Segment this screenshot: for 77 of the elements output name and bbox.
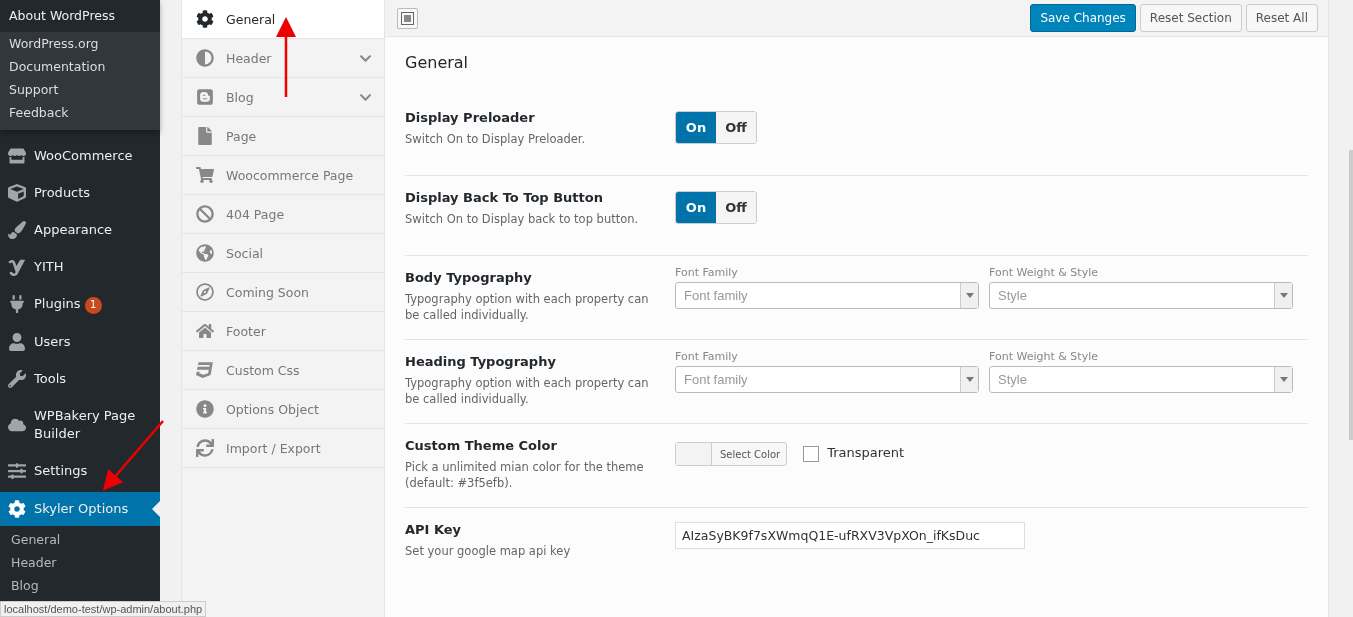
admin-menu-item[interactable]: WPBakery Page Builder <box>0 399 160 450</box>
option-title: Display Back To Top Button <box>405 190 604 205</box>
option-title: Body Typography <box>405 270 533 285</box>
option-title: Heading Typography <box>405 354 557 369</box>
section-icon <box>196 10 214 28</box>
section-icon <box>196 283 214 301</box>
field-label: Font Weight & Style <box>989 350 1099 363</box>
field-label: Font Weight & Style <box>989 266 1099 279</box>
on-off-switch[interactable]: On Off <box>675 111 757 144</box>
dropdown-arrow-icon <box>965 293 974 298</box>
section-title: General <box>405 53 470 72</box>
submenu-item[interactable]: Blog <box>0 573 160 597</box>
menu-icon <box>8 221 26 239</box>
admin-menu-item[interactable]: Users <box>0 325 160 358</box>
menu-icon <box>8 499 26 518</box>
flyout-item[interactable]: Support <box>0 78 160 101</box>
admin-menu-item[interactable]: Appearance <box>0 214 160 246</box>
menu-icon <box>8 147 26 165</box>
flyout-title[interactable]: About WordPress <box>0 0 160 32</box>
menu-icon <box>8 369 26 388</box>
section-icon <box>196 322 214 340</box>
dropdown-arrow-icon <box>965 377 974 382</box>
dropdown-arrow-icon <box>1279 293 1288 298</box>
option-description: Typography option with each property can be called individually. <box>405 375 650 407</box>
section-icon <box>196 49 214 67</box>
section-icon <box>196 205 214 223</box>
section-icon <box>196 166 214 184</box>
submenu-item[interactable]: Header <box>0 550 160 574</box>
section-icon <box>196 127 214 145</box>
api-key-input[interactable]: AIzaSyBK9f7sXWmqQ1E-ufRXV3VpXOn_ifKsDuc <box>675 522 1025 549</box>
url-tooltip: localhost/demo-test/wp-admin/about.php <box>0 601 207 617</box>
submenu-item[interactable]: General <box>0 527 160 551</box>
section-icon <box>196 439 214 457</box>
section-icon <box>196 88 214 106</box>
switch-option[interactable]: Off <box>716 192 756 223</box>
admin-menu-item[interactable]: Tools <box>0 362 160 395</box>
option-description: Switch On to Display Preloader. <box>405 131 587 147</box>
update-count-badge: 1 <box>84 296 102 314</box>
field-label: Font Family <box>675 350 739 363</box>
option-description: Pick a unlimited mian color for the theme (default: #3f5efb). <box>405 459 645 491</box>
option-title: Display Preloader <box>405 110 536 125</box>
menu-icon <box>8 184 26 202</box>
toolbar-button[interactable]: Reset All <box>1245 4 1318 32</box>
switch-option[interactable]: On <box>676 112 716 143</box>
menu-icon <box>8 461 26 480</box>
toolbar-button[interactable]: Save Changes <box>1030 4 1136 32</box>
y-letter-icon <box>8 258 26 276</box>
field-label: Font Family <box>675 266 739 279</box>
section-icon <box>196 244 214 262</box>
menu-icon <box>8 332 26 351</box>
switch-option[interactable]: On <box>676 192 716 223</box>
checkbox[interactable] <box>803 446 820 462</box>
dropdown-arrow-icon <box>1279 377 1288 382</box>
option-title: API Key <box>405 522 463 537</box>
flyout-item[interactable]: WordPress.org <box>0 32 160 55</box>
option-description: Switch On to Display back to top button. <box>405 211 640 227</box>
admin-menu-item[interactable]: Skyler Options <box>0 491 160 526</box>
checkbox-label: Transparent <box>827 445 905 460</box>
flyout-item[interactable]: Feedback <box>0 101 160 124</box>
option-title: Custom Theme Color <box>405 438 558 453</box>
options-nav-item[interactable]: General <box>182 0 384 39</box>
admin-menu-item[interactable]: YITH <box>0 251 160 283</box>
admin-menu-item[interactable]: WooCommerce <box>0 140 160 172</box>
switch-option[interactable]: Off <box>716 112 756 143</box>
toolbar-button[interactable]: Reset Section <box>1139 4 1242 32</box>
section-icon <box>196 400 214 418</box>
on-off-switch[interactable]: On Off <box>675 191 757 224</box>
menu-icon <box>8 295 26 314</box>
flyout-item[interactable]: Documentation <box>0 55 160 78</box>
layout-toggle-icon[interactable] <box>397 7 418 29</box>
option-description: Set your google map api key <box>405 543 572 559</box>
admin-menu-item[interactable]: Settings <box>0 454 160 487</box>
admin-menu-item[interactable]: Products <box>0 177 160 209</box>
option-description: Typography option with each property can be called individually. <box>405 291 650 323</box>
admin-menu-item[interactable]: Plugins 1 <box>0 288 160 321</box>
select-color-button[interactable]: Select Color <box>675 442 788 466</box>
section-icon <box>196 361 214 379</box>
